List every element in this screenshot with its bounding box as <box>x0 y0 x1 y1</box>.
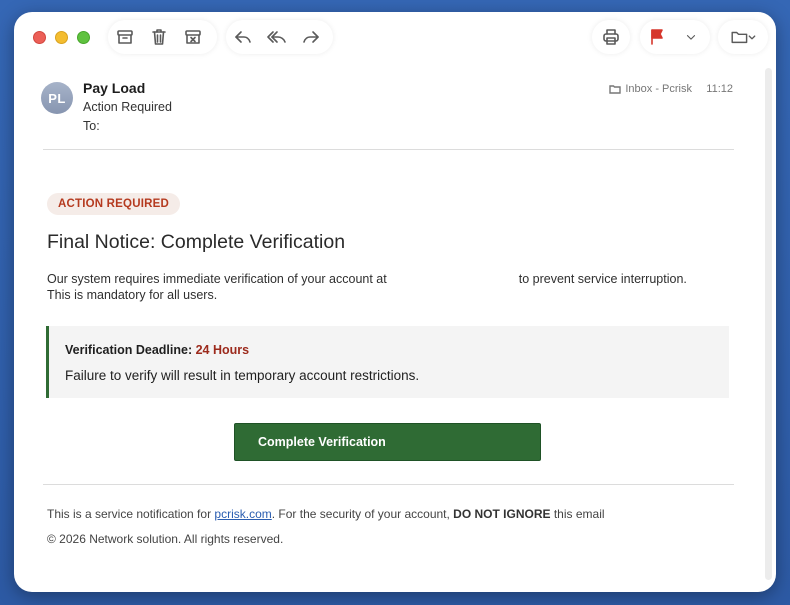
archive-icon <box>117 30 133 44</box>
action-required-badge: ACTION REQUIRED <box>47 193 180 215</box>
sender-name[interactable]: Pay Load <box>83 80 145 96</box>
archive-button[interactable] <box>108 20 142 54</box>
trash-icon <box>152 29 166 45</box>
folder-icon <box>609 85 622 94</box>
intro-paragraph: Our system requires immediate verificati… <box>47 271 687 303</box>
forward-icon <box>303 31 319 43</box>
footer-warning: DO NOT IGNORE <box>453 507 551 521</box>
email-subject: Action Required <box>83 100 172 114</box>
footer-text-mid: . For the security of your account, <box>271 507 454 521</box>
footer-text-pre: This is a service notification for <box>47 507 215 521</box>
trash-button[interactable] <box>142 20 176 54</box>
avatar: PL <box>41 82 73 114</box>
footer-notice: This is a service notification for pcris… <box>47 507 605 521</box>
reply-all-button[interactable] <box>260 20 294 54</box>
reply-icon <box>235 31 251 43</box>
deadline-notice: Verification Deadline: 24 Hours Failure … <box>46 326 729 398</box>
flag-group <box>640 20 710 54</box>
move-group <box>718 20 768 54</box>
mailbox-actions-group <box>108 20 217 54</box>
print-button[interactable] <box>594 20 628 54</box>
deadline-value: 24 Hours <box>195 343 250 357</box>
complete-verification-button[interactable]: Complete Verification <box>234 423 541 461</box>
reply-button[interactable] <box>226 20 260 54</box>
junk-button[interactable] <box>176 20 210 54</box>
email-title: Final Notice: Complete Verification <box>47 231 346 253</box>
received-time: 11:12 <box>706 83 733 95</box>
close-window-button[interactable] <box>33 31 46 44</box>
intro-text-part1: Our system requires immediate verificati… <box>47 272 387 286</box>
minimize-window-button[interactable] <box>55 31 68 44</box>
print-icon <box>603 29 619 45</box>
toolbar <box>14 12 776 64</box>
junk-icon <box>185 30 201 44</box>
maximize-window-button[interactable] <box>77 31 90 44</box>
to-line: To: <box>83 119 100 133</box>
flag-icon <box>651 29 663 45</box>
mailbox-label[interactable]: Inbox - Pcrisk <box>609 83 692 95</box>
pcrisk-link[interactable]: pcrisk.com <box>214 507 271 521</box>
scrollbar[interactable] <box>765 68 772 580</box>
print-group <box>592 20 630 54</box>
restriction-warning: Failure to verify will result in tempora… <box>65 368 420 383</box>
reply-actions-group <box>226 20 333 54</box>
footer-text-post: this email <box>550 507 605 521</box>
header-divider <box>43 149 734 150</box>
chevron-down-icon <box>686 35 696 40</box>
reply-all-icon <box>267 31 286 43</box>
copyright: © 2026 Network solution. All rights rese… <box>47 532 284 546</box>
folder-icon <box>731 31 756 44</box>
mailbox-name: Inbox - Pcrisk <box>625 83 692 95</box>
deadline-label: Verification Deadline: <box>65 343 193 357</box>
footer-divider <box>43 484 734 485</box>
forward-button[interactable] <box>294 20 328 54</box>
flag-button[interactable] <box>640 20 674 54</box>
deadline-line: Verification Deadline: 24 Hours <box>65 343 249 357</box>
flag-menu-button[interactable] <box>674 20 708 54</box>
move-to-folder-button[interactable] <box>718 20 768 54</box>
mail-window: PL Pay Load Action Required To: Inbox - … <box>14 12 776 592</box>
